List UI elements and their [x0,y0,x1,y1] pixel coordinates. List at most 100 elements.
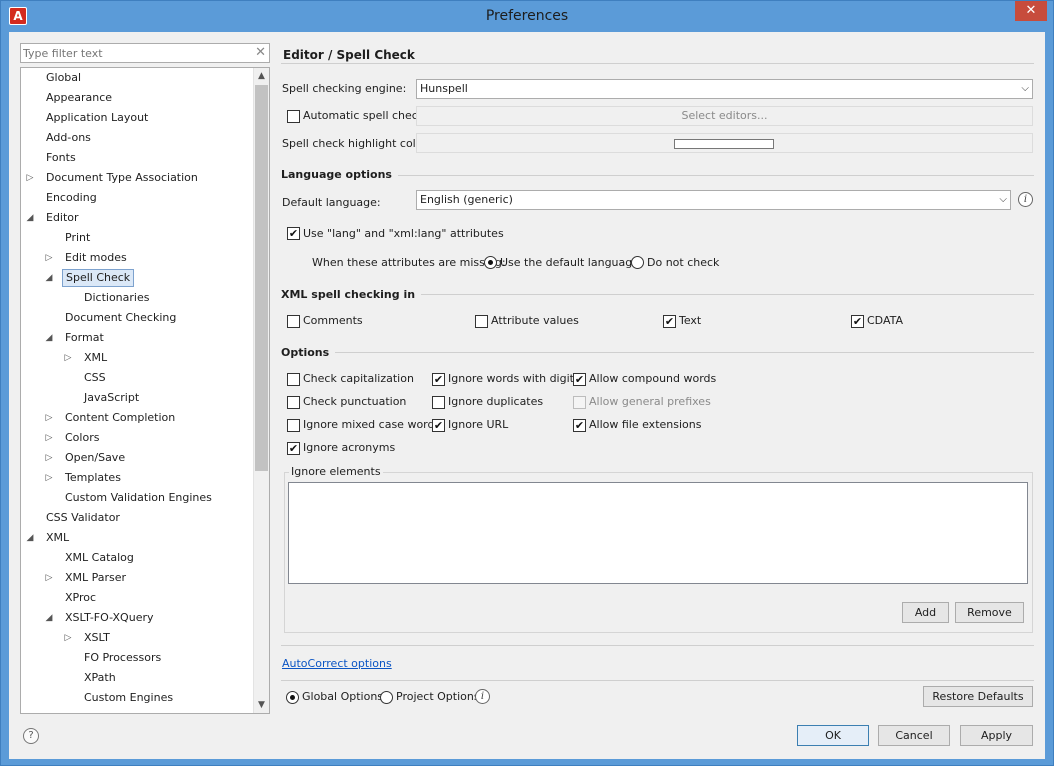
scroll-down-icon[interactable]: ▼ [254,697,269,713]
tree-item[interactable]: ◢ Spell Check [21,269,253,287]
tree-item[interactable]: Custom Validation Engines [21,489,253,507]
close-window-button[interactable]: ✕ [1015,1,1047,21]
tree-item[interactable]: Add-ons [21,129,253,147]
filter-input[interactable] [21,44,246,62]
tree-item[interactable]: Application Layout [21,109,253,127]
tree-item[interactable]: Encoding [21,189,253,207]
language-options-heading: Language options [281,168,398,181]
clear-filter-icon[interactable]: ✕ [255,45,266,60]
tree-item[interactable]: XPath [21,669,253,687]
collapse-arrow-icon[interactable]: ◢ [44,269,54,287]
highlight-color-swatch[interactable] [674,139,774,149]
auto-spell-check-checkbox[interactable] [287,110,300,123]
tree-item[interactable]: ◢ Format [21,329,253,347]
option-checkbox[interactable]: ✔ [573,419,586,432]
tree-item[interactable]: Dictionaries [21,289,253,307]
tree-item[interactable]: Global [21,69,253,87]
tree-item[interactable]: Document Checking [21,309,253,327]
add-button[interactable]: Add [902,602,949,623]
info-icon[interactable]: i [475,689,490,704]
tree-item[interactable]: Print [21,229,253,247]
tree-item-label: Encoding [46,191,97,204]
info-icon[interactable]: i [1018,192,1033,207]
option-checkbox[interactable] [287,315,300,328]
global-options-radio[interactable] [286,691,299,704]
chevron-down-icon: ⌵ [1021,83,1029,94]
preferences-window: A Preferences ✕ ✕ Global Appearance Applic… [0,0,1054,766]
tree-item[interactable]: ◢ XML [21,529,253,547]
tree-item[interactable]: JavaScript [21,389,253,407]
tree-item[interactable]: ▷ Document Type Association [21,169,253,187]
use-default-language-radio[interactable] [484,256,497,269]
ignore-elements-list[interactable] [288,482,1028,584]
tree-item-label: XPath [84,671,116,684]
expand-arrow-icon[interactable]: ▷ [44,469,54,487]
tree-item[interactable]: CSS Validator [21,509,253,527]
option-label: Check punctuation [303,395,407,408]
expand-arrow-icon[interactable]: ▷ [44,449,54,467]
select-editors-button[interactable]: Select editors... [416,106,1033,126]
option-checkbox[interactable] [432,396,445,409]
scroll-thumb[interactable] [255,85,268,471]
collapse-arrow-icon[interactable]: ◢ [44,609,54,627]
expand-arrow-icon[interactable]: ▷ [44,409,54,427]
option-checkbox[interactable]: ✔ [663,315,676,328]
option-checkbox[interactable] [287,419,300,432]
tree-item-label: XProc [65,591,97,604]
tree-item[interactable]: XML Catalog [21,549,253,567]
option-checkbox[interactable] [475,315,488,328]
tree-item[interactable]: ▷ Open/Save [21,449,253,467]
cancel-button[interactable]: Cancel [878,725,950,746]
project-options-radio[interactable] [380,691,393,704]
option-checkbox[interactable]: ✔ [573,373,586,386]
title-bar[interactable]: A Preferences ✕ [1,1,1053,32]
ok-button[interactable]: OK [797,725,869,746]
option-checkbox[interactable]: ✔ [432,419,445,432]
do-not-check-radio[interactable] [631,256,644,269]
collapse-arrow-icon[interactable]: ◢ [25,209,35,227]
option-checkbox[interactable] [287,396,300,409]
tree-item[interactable]: ▷ Content Completion [21,409,253,427]
tree-item[interactable]: ▷ XML [21,349,253,367]
use-lang-attributes-checkbox[interactable]: ✔ [287,227,300,240]
collapse-arrow-icon[interactable]: ◢ [44,329,54,347]
option-checkbox[interactable]: ✔ [851,315,864,328]
auto-spell-check-label: Automatic spell check: [303,109,428,122]
tree-item[interactable]: FO Processors [21,649,253,667]
tree-item[interactable]: ▷ Colors [21,429,253,447]
default-language-select[interactable]: English (generic) ⌵ [416,190,1011,210]
option-checkbox[interactable]: ✔ [432,373,445,386]
engine-select[interactable]: Hunspell ⌵ [416,79,1033,99]
tree-item[interactable]: Fonts [21,149,253,167]
option-checkbox[interactable]: ✔ [287,442,300,455]
apply-button[interactable]: Apply [960,725,1033,746]
autocorrect-options-link[interactable]: AutoCorrect options [282,657,392,670]
restore-defaults-button[interactable]: Restore Defaults [923,686,1033,707]
tree-item-label: XML [46,531,70,544]
tree-item[interactable]: ◢ XSLT-FO-XQuery [21,609,253,627]
tree-item[interactable]: XProc [21,589,253,607]
tree-item[interactable]: ▷ Edit modes [21,249,253,267]
global-options-label: Global Options [302,690,384,703]
option-checkbox[interactable] [287,373,300,386]
expand-arrow-icon[interactable]: ▷ [25,169,35,187]
scroll-up-icon[interactable]: ▲ [254,68,269,84]
tree-item[interactable]: ▷ XML Parser [21,569,253,587]
tree-item[interactable]: CSS [21,369,253,387]
expand-arrow-icon[interactable]: ▷ [63,629,73,647]
expand-arrow-icon[interactable]: ▷ [63,349,73,367]
expand-arrow-icon[interactable]: ▷ [44,249,54,267]
tree-scrollbar[interactable]: ▲ ▼ [253,68,269,713]
tree-item[interactable]: ▷ XSLT [21,629,253,647]
remove-button[interactable]: Remove [955,602,1024,623]
collapse-arrow-icon[interactable]: ◢ [25,529,35,547]
tree-item[interactable]: ◢ Editor [21,209,253,227]
tree-item[interactable]: Appearance [21,89,253,107]
tree-item[interactable]: Custom Engines [21,689,253,707]
tree-item-label: CSS [84,371,106,384]
expand-arrow-icon[interactable]: ▷ [44,569,54,587]
help-icon[interactable]: ? [23,728,39,744]
default-language-label: Default language: [282,196,381,209]
expand-arrow-icon[interactable]: ▷ [44,429,54,447]
tree-item[interactable]: ▷ Templates [21,469,253,487]
